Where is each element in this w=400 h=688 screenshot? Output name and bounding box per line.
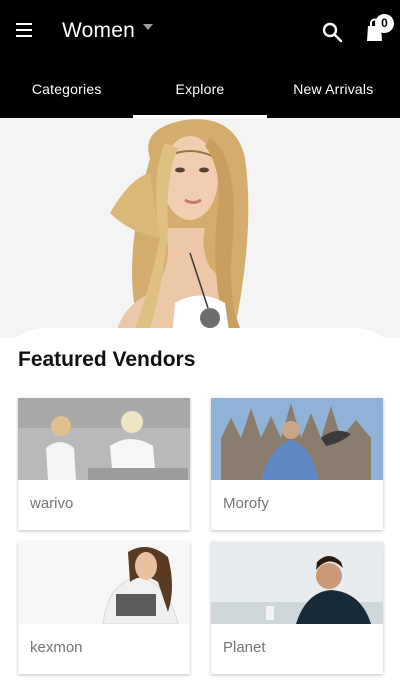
category-dropdown[interactable]: Women: [62, 16, 153, 46]
page-title: Women: [62, 19, 135, 42]
vendor-name: warivo: [30, 495, 74, 512]
menu-icon[interactable]: [16, 22, 34, 38]
caret-down-icon: [142, 24, 153, 30]
tab-bar: Categories Explore New Arrivals: [0, 60, 400, 118]
vendor-name: kexmon: [30, 639, 83, 656]
vendor-name: Planet: [223, 639, 266, 656]
cart-count-badge: 0: [375, 14, 394, 33]
tab-explore[interactable]: Explore: [133, 60, 267, 118]
vendor-image: [18, 542, 190, 624]
vendor-card-warivo[interactable]: warivo: [18, 398, 190, 530]
tab-new-arrivals[interactable]: New Arrivals: [267, 60, 400, 118]
toolbar: Women 0: [0, 0, 400, 60]
search-icon[interactable]: [320, 20, 344, 44]
vendor-image: [211, 398, 383, 480]
tab-categories[interactable]: Categories: [0, 60, 133, 118]
vendor-card-kexmon[interactable]: kexmon: [18, 542, 190, 674]
shopping-bag-button[interactable]: 0: [364, 14, 396, 44]
app-bar: Women 0 Categories Explore New Arrivals: [0, 0, 400, 118]
vendor-name: Morofy: [223, 495, 269, 512]
vendor-card-morofy[interactable]: Morofy: [211, 398, 383, 530]
featured-vendors-section: Featured Vendors warivo Morofy kexmon Pl…: [0, 328, 400, 688]
vendor-image: [211, 542, 383, 624]
section-title: Featured Vendors: [18, 348, 196, 371]
hero-banner-image[interactable]: [0, 118, 400, 338]
vendor-card-planet[interactable]: Planet: [211, 542, 383, 674]
vendor-image: [18, 398, 190, 480]
